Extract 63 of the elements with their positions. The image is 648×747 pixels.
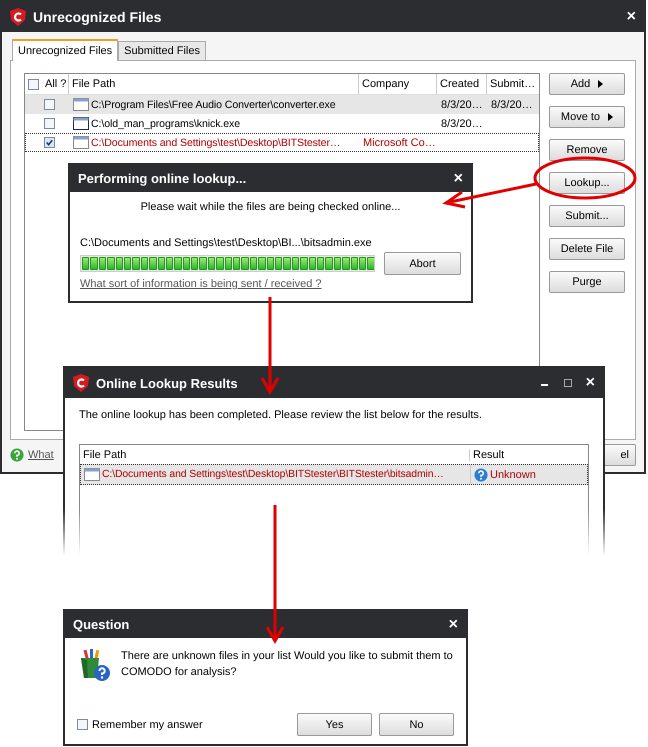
dialog-button[interactable]: Yes <box>297 713 372 736</box>
action-button[interactable]: Submit... <box>549 205 625 227</box>
action-button[interactable]: Purge <box>549 271 625 293</box>
table-cell: Unknown <box>490 468 536 480</box>
caret-icon <box>598 80 604 88</box>
window-icon <box>73 136 89 149</box>
maximize-icon[interactable] <box>562 378 573 388</box>
table-row[interactable]: C:\Documents and Settings\test\Desktop\BITStester\BITStester\bitsadmin… Unknown <box>80 464 588 485</box>
action-button[interactable]: Delete File <box>549 238 625 260</box>
table-cell: C:\Program Files\Free Audio Converter\converter.exe <box>91 98 336 110</box>
tab[interactable]: Submitted Files <box>118 41 206 60</box>
close-button[interactable]: × <box>448 616 458 634</box>
dialog-title: Question <box>73 617 130 632</box>
table-row[interactable]: C:\Documents and Settings\test\Desktop\BITStester… Microsoft Co… <box>25 133 539 152</box>
window-icon <box>84 468 100 481</box>
status-message: Please wait while the files are being checked online... <box>140 201 402 213</box>
help-link[interactable]: What <box>28 449 54 461</box>
dialog-title: Online Lookup Results <box>96 376 238 390</box>
window-title: Unrecognized Files <box>33 9 162 25</box>
dialog-button[interactable]: No <box>379 713 454 736</box>
checkbox[interactable] <box>77 719 88 730</box>
table-cell: 8/3/20… <box>441 98 483 110</box>
table-row[interactable]: C:\old_man_programs\knick.exe 8/3/20… <box>25 114 539 133</box>
help-icon <box>10 448 24 462</box>
close-button[interactable]: × <box>626 8 636 26</box>
window-icon <box>73 98 89 111</box>
action-button[interactable]: Lookup... <box>549 172 625 194</box>
table-cell: 8/3/20… <box>441 118 483 130</box>
shield-logo-icon <box>73 374 89 392</box>
tab[interactable]: Unrecognized Files <box>12 39 118 61</box>
question-message: There are unknown files in your list Would you like to submit them to COMODO for analysis? <box>121 649 454 680</box>
info-link[interactable]: What sort of information is being sent / received ? <box>80 278 461 290</box>
column-header[interactable]: File Path <box>80 448 470 460</box>
checkbox[interactable] <box>44 137 55 148</box>
close-button[interactable]: × <box>454 170 463 188</box>
column-header[interactable]: Result <box>470 448 504 460</box>
checkbox[interactable] <box>44 99 55 110</box>
checkbox-label: Remember my answer <box>92 718 203 730</box>
column-header[interactable]: Created <box>437 74 487 94</box>
table-cell: C:\old_man_programs\knick.exe <box>91 118 240 130</box>
caret-icon <box>608 113 614 121</box>
close-button[interactable]: × <box>586 374 595 392</box>
column-header[interactable]: All ? <box>45 78 66 90</box>
column-header[interactable]: Submit… <box>487 74 537 94</box>
action-button[interactable]: Remove <box>549 139 625 161</box>
checkbox[interactable] <box>28 78 39 90</box>
column-header[interactable]: Company <box>359 74 437 94</box>
action-button[interactable]: Add <box>549 73 625 95</box>
table-row[interactable]: C:\Program Files\Free Audio Converter\converter.exe 8/3/20… 8/3/20… <box>25 95 539 114</box>
action-button[interactable]: Move to <box>549 106 625 128</box>
shield-logo-icon <box>10 8 26 26</box>
table-cell: 8/3/20… <box>491 98 533 110</box>
window-icon <box>73 117 89 130</box>
file-path: C:\Documents and Settings\test\Desktop\BI...\bitsadmin.exe <box>80 237 373 249</box>
table-cell: C:\Documents and Settings\test\Desktop\BITStester\BITStester\bitsadmin… <box>102 469 444 480</box>
checkbox[interactable] <box>44 118 55 129</box>
question-icon <box>474 468 488 482</box>
abort-button[interactable]: Abort <box>384 252 461 275</box>
column-header[interactable]: File Path <box>69 74 359 94</box>
dialog-title: Performing online lookup... <box>78 171 248 186</box>
table-cell: C:\Documents and Settings\test\Desktop\BITStester… <box>91 136 340 148</box>
table-cell: Microsoft Co… <box>363 136 436 148</box>
result-message: The online lookup has been completed. Please review the list below for the results. <box>79 409 483 421</box>
